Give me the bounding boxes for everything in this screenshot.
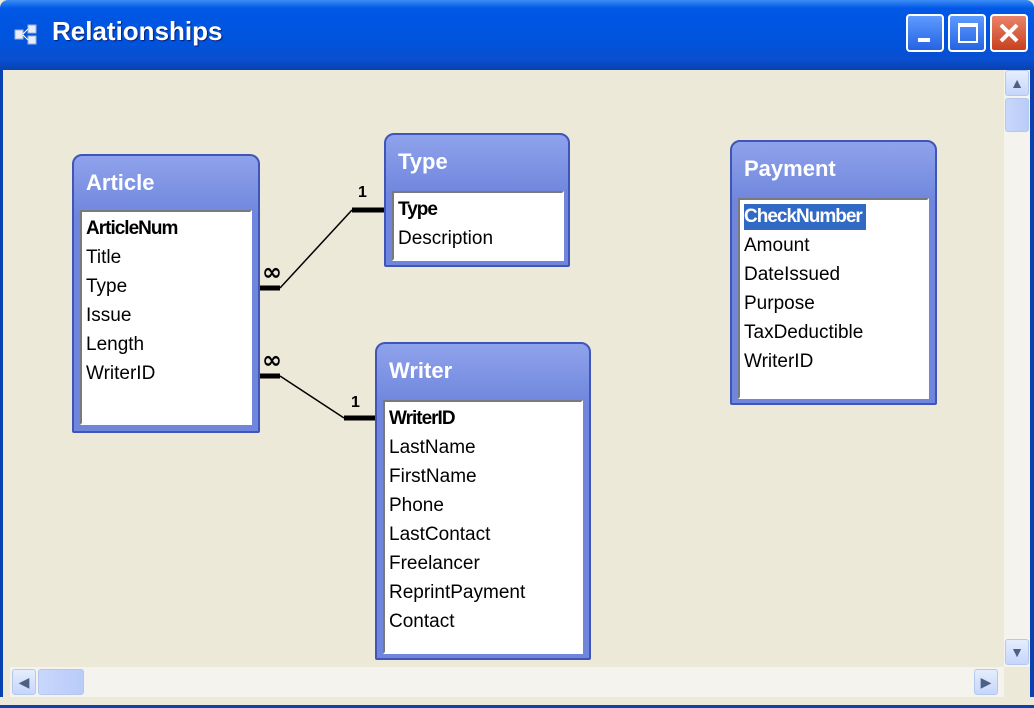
field-item[interactable]: Type xyxy=(86,274,127,300)
close-button[interactable] xyxy=(990,14,1028,52)
field-item[interactable]: Freelancer xyxy=(389,551,480,577)
maximize-button[interactable] xyxy=(948,14,986,52)
field-list[interactable]: CheckNumber Amount DateIssued Purpose Ta… xyxy=(738,198,929,399)
vertical-scrollbar[interactable]: ▲ ▼ xyxy=(1004,70,1030,667)
horizontal-scrollbar[interactable]: ◀ ▶ xyxy=(10,667,1004,697)
table-title: Payment xyxy=(744,156,836,181)
field-item[interactable]: LastContact xyxy=(389,522,490,548)
table-payment[interactable]: Payment CheckNumber Amount DateIssued Pu… xyxy=(730,140,937,405)
window-title: Relationships xyxy=(52,16,223,46)
field-item[interactable]: ArticleNum xyxy=(86,216,178,242)
table-writer[interactable]: Writer WriterID LastName FirstName Phone… xyxy=(375,342,591,660)
field-item[interactable]: LastName xyxy=(389,435,476,461)
table-title: Type xyxy=(398,149,448,174)
field-item[interactable]: ReprintPayment xyxy=(389,580,525,606)
field-list[interactable]: WriterID LastName FirstName Phone LastCo… xyxy=(383,400,583,654)
scroll-right-button[interactable]: ▶ xyxy=(974,669,998,695)
field-item[interactable]: TaxDeductible xyxy=(744,320,863,346)
window-frame-right xyxy=(1030,70,1034,708)
field-item[interactable]: WriterID xyxy=(744,349,813,375)
relationships-canvas[interactable]: ∞ 1 ∞ 1 Article ArticleNum Title Type Is… xyxy=(10,70,1004,667)
many-side-label: ∞ xyxy=(262,258,282,286)
field-list[interactable]: Type Description xyxy=(392,191,564,261)
field-item-selected[interactable]: CheckNumber xyxy=(744,204,866,230)
field-item[interactable]: DateIssued xyxy=(744,262,840,288)
field-item[interactable]: Type xyxy=(398,197,438,223)
close-icon xyxy=(999,23,1019,43)
scrollbar-corner xyxy=(1004,667,1030,697)
field-item[interactable]: Phone xyxy=(389,493,444,519)
scroll-up-button[interactable]: ▲ xyxy=(1005,70,1029,96)
field-item[interactable]: Issue xyxy=(86,303,131,329)
field-item[interactable]: Length xyxy=(86,332,144,358)
field-item[interactable]: WriterID xyxy=(389,406,456,432)
field-item[interactable]: FirstName xyxy=(389,464,477,490)
maximize-icon xyxy=(958,23,978,43)
minimize-button[interactable] xyxy=(906,14,944,52)
chevron-up-icon: ▲ xyxy=(1010,75,1024,91)
table-article[interactable]: Article ArticleNum Title Type Issue Leng… xyxy=(72,154,260,433)
table-title: Writer xyxy=(389,358,453,383)
field-item[interactable]: Description xyxy=(398,226,493,252)
relationships-icon xyxy=(14,24,37,45)
scroll-down-button[interactable]: ▼ xyxy=(1005,639,1029,665)
chevron-right-icon: ▶ xyxy=(980,674,992,690)
relationships-window: Relationships ∞ 1 ∞ 1 Article ArticleNum… xyxy=(0,0,1034,708)
field-item[interactable]: WriterID xyxy=(86,361,155,387)
window-frame-bottom xyxy=(0,697,1034,708)
field-list[interactable]: ArticleNum Title Type Issue Length Write… xyxy=(80,210,252,425)
field-item[interactable]: Title xyxy=(86,245,121,271)
table-type[interactable]: Type Type Description xyxy=(384,133,570,267)
minimize-icon xyxy=(918,38,930,42)
field-item[interactable]: Contact xyxy=(389,609,454,635)
scroll-left-button[interactable]: ◀ xyxy=(12,669,36,695)
field-item[interactable]: Amount xyxy=(744,233,809,259)
horizontal-scroll-thumb[interactable] xyxy=(38,669,84,695)
one-side-label: 1 xyxy=(358,184,367,201)
chevron-left-icon: ◀ xyxy=(18,674,30,690)
window-frame-left xyxy=(0,70,10,708)
field-item[interactable]: Purpose xyxy=(744,291,815,317)
chevron-down-icon: ▼ xyxy=(1010,644,1024,660)
many-side-label: ∞ xyxy=(262,346,282,374)
table-title: Article xyxy=(86,170,155,195)
vertical-scroll-thumb[interactable] xyxy=(1005,98,1029,132)
one-side-label: 1 xyxy=(351,394,360,411)
title-bar[interactable]: Relationships xyxy=(0,0,1034,70)
